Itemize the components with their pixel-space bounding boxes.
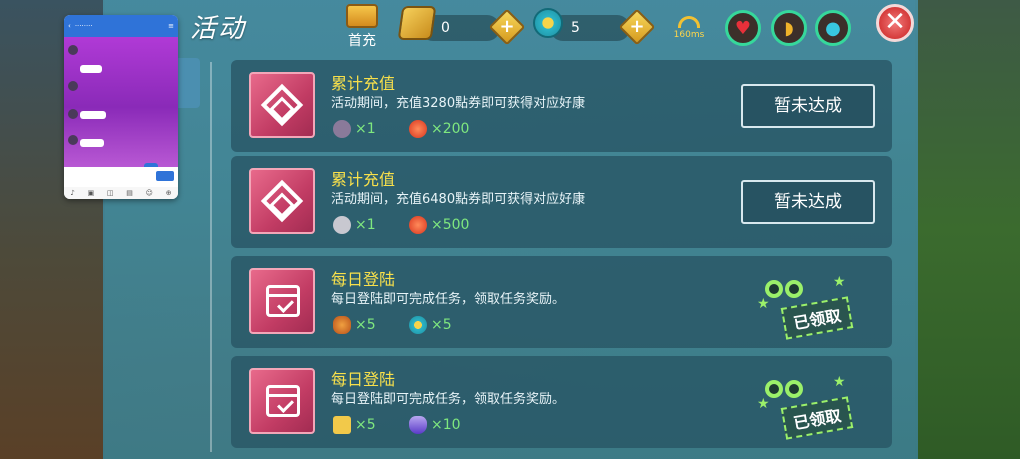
owl-icon <box>765 380 809 400</box>
reward-quantity: ×5 <box>355 317 376 333</box>
panel-divider <box>210 62 212 452</box>
heart-icon: ♥ <box>734 17 752 39</box>
wifi-signal-icon <box>678 16 700 28</box>
plus-icon: + <box>629 16 645 37</box>
chat-bubble <box>80 65 102 73</box>
task-card: 每日登陆 每日登陆即可完成任务，领取任务奖励。 ×5 ×5 ★ ★ 已领取 <box>231 256 892 348</box>
mount-icon <box>333 120 351 138</box>
gem-currency-icon <box>533 8 563 38</box>
reward-item: ×1 <box>333 120 376 138</box>
scenery-right <box>915 0 1020 459</box>
task-title: 累计充值 <box>331 170 396 189</box>
chat-bubble <box>80 139 104 147</box>
owl-icon <box>765 280 809 300</box>
reward-quantity: ×1 <box>355 121 376 137</box>
reward-quantity: ×5 <box>355 417 376 433</box>
floating-chat-window[interactable]: ‹ ········ ≡ ♪ ▣ ◫ ▤ ☺ ⊕ <box>64 15 178 199</box>
reward-item: ×10 <box>409 416 461 434</box>
task-description: 每日登陆即可完成任务，领取任务奖励。 <box>331 292 566 307</box>
task-card: 每日登陆 每日登陆即可完成任务，领取任务奖励。 ×5 ×10 ★ ★ 已领取 <box>231 356 892 448</box>
avatar <box>68 81 78 91</box>
image-icon[interactable]: ▣ <box>88 189 95 197</box>
star-icon: ★ <box>833 274 846 290</box>
back-arrow-icon[interactable]: ‹ <box>68 22 71 30</box>
chat-bubble <box>80 111 106 119</box>
claimed-label: 已领取 <box>780 296 854 340</box>
reward-item: ×5 <box>333 416 376 434</box>
claimed-label: 已领取 <box>780 396 854 440</box>
calendar-icon <box>266 385 300 417</box>
recharge-task-icon <box>249 168 315 234</box>
more-icon[interactable]: ⊕ <box>166 189 172 197</box>
task-card: 累计充值 活动期间，充值6480點券即可获得对应好康 ×1 ×500 暂未达成 <box>231 156 892 248</box>
task-title: 每日登陆 <box>331 370 396 389</box>
close-button[interactable]: ✕ <box>876 4 914 42</box>
water-button[interactable]: ● <box>815 10 851 46</box>
chat-toolbar: ♪ ▣ ◫ ▤ ☺ ⊕ <box>64 187 178 199</box>
ping-value: 160ms <box>673 30 705 40</box>
reward-item: ×5 <box>333 316 376 334</box>
reward-quantity: ×1 <box>355 217 376 233</box>
chat-input-field[interactable] <box>64 167 178 187</box>
first-charge-label: 首充 <box>348 33 376 49</box>
mech-icon <box>333 216 351 234</box>
page-title: 活动 <box>190 14 247 44</box>
voice-icon[interactable]: ♪ <box>70 189 74 197</box>
stomach-icon: ◗ <box>784 17 794 39</box>
gold-value: 0 <box>441 20 450 36</box>
calendar-icon <box>266 285 300 317</box>
task-description: 活动期间，充值3280點券即可获得对应好康 <box>331 96 586 111</box>
task-title: 累计充值 <box>331 74 396 93</box>
camera-icon[interactable]: ◫ <box>107 189 114 197</box>
diamond-icon <box>260 179 304 223</box>
not-achieved-button[interactable]: 暂未达成 <box>741 84 875 128</box>
diamond-icon <box>260 83 304 127</box>
claimed-stamp: ★ ★ 已领取 <box>753 274 863 340</box>
task-card: 累计充值 活动期间，充值3280點券即可获得对应好康 ×1 ×200 暂未达成 <box>231 60 892 152</box>
task-description: 活动期间，充值6480點券即可获得对应好康 <box>331 192 586 207</box>
plus-icon: + <box>499 16 515 37</box>
chat-message-area <box>64 37 178 177</box>
emoji-icon[interactable]: ☺ <box>146 189 153 197</box>
gem-value: 5 <box>571 20 580 36</box>
task-title: 每日登陆 <box>331 270 396 289</box>
hunger-button[interactable]: ◗ <box>771 10 807 46</box>
not-achieved-button[interactable]: 暂未达成 <box>741 180 875 224</box>
reward-quantity: ×200 <box>431 121 470 137</box>
avatar <box>68 109 78 119</box>
login-task-icon <box>249 368 315 434</box>
send-button[interactable] <box>156 171 174 181</box>
menu-icon[interactable]: ≡ <box>168 22 174 30</box>
first-charge-button[interactable]: 首充 <box>342 4 382 50</box>
red-orb-icon <box>409 216 427 234</box>
file-icon[interactable]: ▤ <box>126 189 133 197</box>
reward-item: ×200 <box>409 120 469 138</box>
reward-item: ×1 <box>333 216 376 234</box>
reward-quantity: ×5 <box>431 317 452 333</box>
recharge-task-icon <box>249 72 315 138</box>
water-drop-icon: ● <box>825 17 841 39</box>
chat-title-bar: ········ <box>74 22 93 30</box>
login-task-icon <box>249 268 315 334</box>
gem-icon <box>409 316 427 334</box>
claimed-stamp: ★ ★ 已领取 <box>753 374 863 440</box>
shirt-icon <box>333 416 351 434</box>
gold-coin-icon <box>397 6 437 40</box>
reward-quantity: ×10 <box>431 417 461 433</box>
potion-icon <box>409 416 427 434</box>
red-orb-icon <box>409 120 427 138</box>
reward-item: ×500 <box>409 216 469 234</box>
health-button[interactable]: ♥ <box>725 10 761 46</box>
reward-item: ×5 <box>409 316 452 334</box>
task-description: 每日登陆即可完成任务，领取任务奖励。 <box>331 392 566 407</box>
star-icon: ★ <box>833 374 846 390</box>
network-signal: 160ms <box>672 16 706 40</box>
food-icon <box>333 316 351 334</box>
chat-header: ‹ ········ ≡ <box>64 15 178 37</box>
avatar <box>68 45 78 55</box>
chest-icon <box>346 4 378 28</box>
reward-quantity: ×500 <box>431 217 470 233</box>
avatar <box>68 135 78 145</box>
close-icon: ✕ <box>884 7 906 37</box>
